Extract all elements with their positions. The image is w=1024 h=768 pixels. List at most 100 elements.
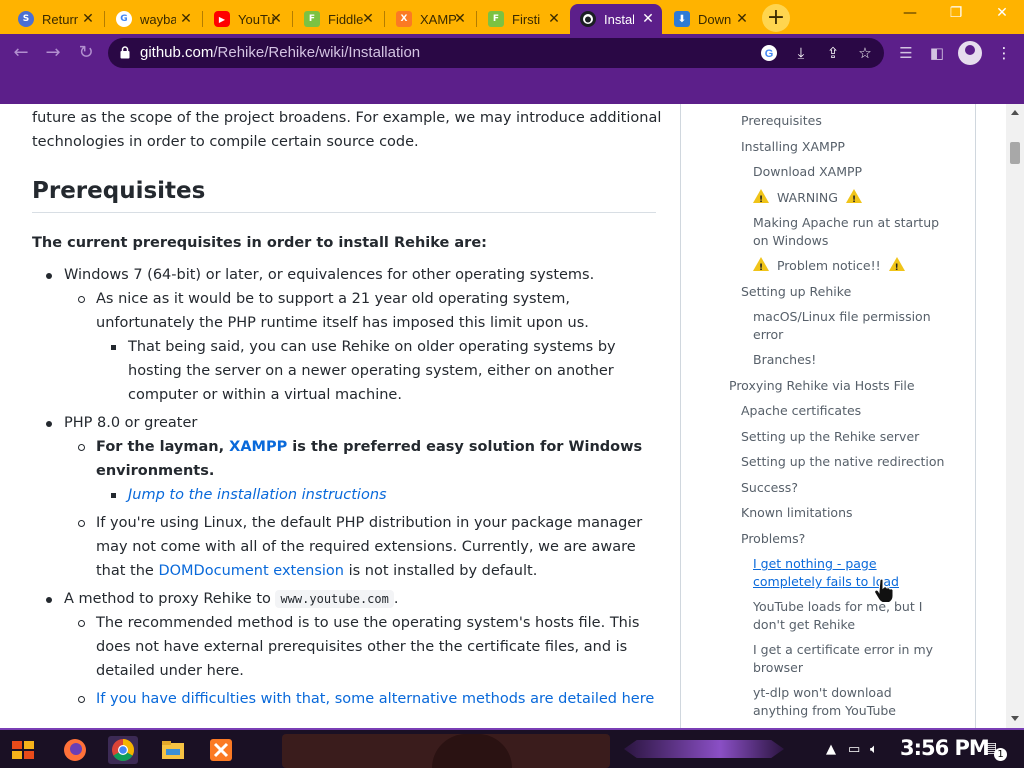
scroll-up-icon[interactable]	[1011, 110, 1019, 115]
install-icon[interactable]: ⤓	[792, 44, 810, 62]
toc-item[interactable]: YouTube loads for me, but I don't get Re…	[753, 598, 943, 634]
github-icon	[580, 11, 596, 27]
tab-separator	[292, 11, 293, 27]
xampp-link[interactable]: XAMPP	[229, 439, 287, 455]
list-item: A method to proxy Rehike to www.youtube.…	[32, 587, 662, 711]
scroll-down-icon[interactable]	[1011, 716, 1019, 721]
warning-icon	[753, 189, 769, 209]
item-php: PHP 8.0 or greater	[64, 415, 198, 431]
xampp-taskbar-icon[interactable]	[206, 736, 236, 764]
tab-youtube[interactable]: ▶ YouTube ✕	[204, 4, 290, 34]
side-panel-icon[interactable]: ◧	[927, 43, 947, 63]
google-lens-icon[interactable]: G	[760, 44, 778, 62]
prerequisites-lead: The current prerequisites in order to in…	[32, 235, 487, 251]
tab-downloads[interactable]: ⬇ Down ✕	[664, 4, 756, 34]
close-icon[interactable]: ✕	[268, 11, 284, 27]
share-icon[interactable]: ⇪	[824, 44, 842, 62]
minimize-button[interactable]: —	[890, 5, 930, 25]
tab-installation[interactable]: Installation ✕	[570, 4, 662, 34]
toc-item[interactable]: Proxying Rehike via Hosts File	[729, 377, 915, 395]
sub-list: The recommended method is to use the ope…	[64, 611, 662, 711]
toc-item[interactable]: Problem notice!!	[753, 257, 909, 277]
list-item: As nice as it would be to support a 21 y…	[64, 287, 662, 407]
toc-item[interactable]: Setting up Rehike	[741, 283, 851, 301]
back-arrow-icon[interactable]: ←	[10, 42, 32, 64]
toc-item[interactable]: WARNING	[753, 189, 866, 209]
tab-firsti[interactable]: F Firsti ✕	[478, 4, 568, 34]
google-icon: G	[116, 11, 132, 27]
toc-item[interactable]: Installing XAMPP	[741, 138, 845, 156]
list-item: If you have difficulties with that, some…	[64, 687, 662, 711]
toc-item[interactable]: Problems?	[741, 530, 805, 548]
toc-item[interactable]: Branches!	[753, 351, 816, 369]
tab-return[interactable]: S Return ✕	[8, 4, 102, 34]
jump-to-install-link[interactable]: Jump to the installation instructions	[128, 487, 387, 503]
toc-item[interactable]: Download XAMPP	[753, 163, 862, 181]
close-icon[interactable]: ✕	[360, 11, 376, 27]
profile-avatar-icon[interactable]	[958, 41, 982, 65]
heading-prerequisites: Prerequisites	[32, 178, 656, 213]
start-button[interactable]	[8, 736, 38, 764]
volume-icon[interactable]: 🔈︎	[870, 742, 878, 757]
hand-cursor-icon	[874, 578, 894, 602]
reading-list-icon[interactable]: ☰	[896, 43, 916, 63]
network-icon[interactable]: ▭	[848, 742, 860, 757]
item-windows-note: As nice as it would be to support a 21 y…	[96, 291, 589, 331]
toc-item[interactable]: macOS/Linux file permission error	[753, 308, 953, 344]
toc-item[interactable]: Setting up the native redirection	[741, 453, 944, 471]
toc-item[interactable]: I get a certificate error in my browser	[753, 641, 943, 677]
domdocument-link[interactable]: DOMDocument extension	[158, 563, 344, 579]
sub-list: That being said, you can use Rehike on o…	[96, 335, 662, 407]
page-header-strip	[0, 72, 1024, 104]
list-item: For the layman, XAMPP is the preferred e…	[64, 435, 662, 507]
wiki-article: future as the scope of the project broad…	[32, 104, 662, 715]
bookmark-star-icon[interactable]: ☆	[856, 44, 874, 62]
forward-arrow-icon[interactable]: →	[42, 42, 64, 64]
fiddler-icon: F	[304, 11, 320, 27]
chrome-icon[interactable]	[108, 736, 138, 764]
browser-toolbar: ← → ↻ github.com/Rehike/Rehike/wiki/Inst…	[0, 34, 1024, 72]
close-icon[interactable]: ✕	[452, 11, 468, 27]
reload-icon[interactable]: ↻	[75, 42, 97, 64]
file-explorer-icon[interactable]	[158, 736, 188, 764]
address-bar[interactable]: github.com/Rehike/Rehike/wiki/Installati…	[108, 38, 884, 68]
restore-button[interactable]: ❐	[936, 5, 976, 25]
list-item: The recommended method is to use the ope…	[64, 611, 662, 683]
close-icon[interactable]: ✕	[640, 11, 656, 27]
linux-text-end: is not installed by default.	[343, 563, 538, 579]
close-window-button[interactable]: ✕	[982, 5, 1022, 25]
list-item: PHP 8.0 or greater For the layman, XAMPP…	[32, 411, 662, 583]
close-icon[interactable]: ✕	[80, 11, 96, 27]
new-tab-button[interactable]: +	[762, 4, 790, 32]
warning-icon	[753, 257, 769, 277]
item-windows-note-2: That being said, you can use Rehike on o…	[128, 339, 616, 403]
url-path: /Rehike/Rehike/wiki/Installation	[213, 44, 421, 61]
page-scrollbar[interactable]	[1006, 104, 1024, 728]
toc-item-label: Problem notice!!	[776, 258, 881, 273]
toc-item[interactable]: Setting up the Rehike server	[741, 428, 919, 446]
list-item: Windows 7 (64-bit) or later, or equivale…	[32, 263, 662, 407]
tab-fiddler[interactable]: F Fiddler ✕	[294, 4, 382, 34]
tab-wayback[interactable]: G wayback ✕	[106, 4, 200, 34]
close-icon[interactable]: ✕	[734, 11, 750, 27]
scroll-thumb[interactable]	[1010, 142, 1020, 164]
tab-separator	[104, 11, 105, 27]
page-content: future as the scope of the project broad…	[0, 104, 1024, 728]
firefox-icon[interactable]	[60, 736, 90, 764]
proxy-text-end: .	[393, 591, 399, 607]
toc-item[interactable]: Known limitations	[741, 504, 853, 522]
toc-item[interactable]: Making Apache run at startup on Windows	[753, 214, 953, 250]
close-icon[interactable]: ✕	[178, 11, 194, 27]
toc-item[interactable]: yt-dlp won't download anything from YouT…	[753, 684, 943, 720]
chevron-up-icon[interactable]: ▲	[826, 742, 836, 757]
tab-xampp[interactable]: X XAMPP ✕	[386, 4, 474, 34]
hosts-file-text: The recommended method is to use the ope…	[96, 615, 640, 679]
alternative-methods-link[interactable]: If you have difficulties with that, some…	[96, 691, 654, 707]
taskbar-clock[interactable]: 3:56 PM	[900, 736, 990, 760]
close-icon[interactable]: ✕	[546, 11, 562, 27]
bookmark-icon: S	[18, 11, 34, 27]
menu-kebab-icon[interactable]: ⋮	[994, 43, 1014, 63]
toc-item[interactable]: Prerequisites	[741, 112, 822, 130]
toc-item[interactable]: Apache certificates	[741, 402, 861, 420]
toc-item[interactable]: Success?	[741, 479, 798, 497]
